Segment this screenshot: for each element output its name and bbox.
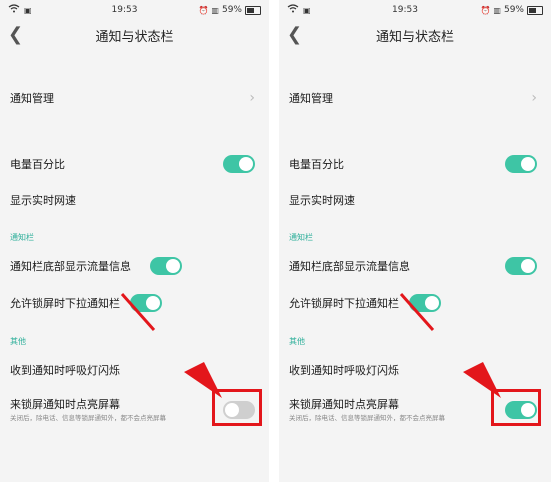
status-bar: ▣ 19:53 ⏰ ▥ 59% — [0, 0, 269, 20]
wifi-icon — [287, 4, 299, 16]
row-label: 显示实时网速 — [289, 194, 355, 207]
row-network-speed[interactable]: 显示实时网速 — [279, 188, 551, 212]
row-label: 通知管理 — [10, 92, 54, 105]
alarm-icon: ⏰ — [198, 5, 209, 15]
row-traffic-info[interactable]: 通知栏底部显示流量信息 — [279, 254, 551, 278]
row-label: 通知管理 — [289, 92, 333, 105]
back-chevron-icon[interactable]: ❮ — [287, 24, 302, 45]
row-label: 允许锁屏时下拉通知栏 — [289, 297, 399, 310]
app-header: ❮ 通知与状态栏 — [0, 20, 269, 50]
red-arrow-icon — [399, 293, 501, 398]
row-notification-manage[interactable]: 通知管理 › — [279, 86, 551, 110]
status-bar: ▣ 19:53 ⏰ ▥ 59% — [279, 0, 551, 20]
row-label: 收到通知时呼吸灯闪烁 — [289, 364, 399, 377]
battery-icon — [245, 5, 261, 15]
row-battery-percent[interactable]: 电量百分比 — [0, 152, 269, 176]
row-label: 显示实时网速 — [10, 194, 76, 207]
row-label: 通知栏底部显示流量信息 — [289, 260, 410, 273]
chevron-right-icon: › — [531, 90, 537, 106]
back-chevron-icon[interactable]: ❮ — [8, 24, 23, 45]
section-notification: 通知栏 — [289, 233, 313, 242]
phone-screen-right: ▣ 19:53 ⏰ ▥ 59% ❮ 通知与状态栏 通知管理 › 电量百分比 显示… — [279, 0, 551, 482]
toggle-battery-percent[interactable] — [505, 155, 537, 173]
battery-percent: 59% — [503, 5, 524, 15]
status-time: 19:53 — [392, 5, 418, 15]
phone-screen-left: ▣ 19:53 ⏰ ▥ 59% ❮ 通知与状态栏 通知管理 › 电量百分比 显示… — [0, 0, 269, 482]
signal-icon: ▥ — [493, 5, 501, 15]
row-label: 电量百分比 — [10, 158, 65, 171]
battery-percent: 59% — [221, 5, 242, 15]
alarm-icon: ⏰ — [480, 5, 491, 15]
chevron-right-icon: › — [249, 90, 255, 106]
app-header: ❮ 通知与状态栏 — [279, 20, 551, 50]
page-title: 通知与状态栏 — [375, 29, 454, 45]
row-label: 电量百分比 — [289, 158, 344, 171]
row-label: 通知栏底部显示流量信息 — [10, 260, 131, 273]
red-arrow-icon — [120, 293, 222, 398]
row-label: 允许锁屏时下拉通知栏 — [10, 297, 120, 310]
row-label: 收到通知时呼吸灯闪烁 — [10, 364, 120, 377]
signal-icon: ▥ — [211, 5, 219, 15]
toggle-traffic-info[interactable] — [150, 257, 182, 275]
page-title: 通知与状态栏 — [95, 29, 174, 45]
section-other: 其他 — [10, 337, 26, 346]
row-traffic-info[interactable]: 通知栏底部显示流量信息 — [0, 254, 269, 278]
section-other: 其他 — [289, 337, 305, 346]
wifi-icon — [8, 4, 20, 16]
notification-icon: ▣ — [24, 5, 32, 15]
section-notification: 通知栏 — [10, 233, 34, 242]
toggle-traffic-info[interactable] — [505, 257, 537, 275]
battery-icon — [527, 5, 543, 15]
row-notification-manage[interactable]: 通知管理 › — [0, 86, 269, 110]
status-time: 19:53 — [111, 5, 138, 15]
row-network-speed[interactable]: 显示实时网速 — [0, 188, 269, 212]
toggle-battery-percent[interactable] — [223, 155, 255, 173]
notification-icon: ▣ — [303, 5, 311, 15]
row-battery-percent[interactable]: 电量百分比 — [279, 152, 551, 176]
